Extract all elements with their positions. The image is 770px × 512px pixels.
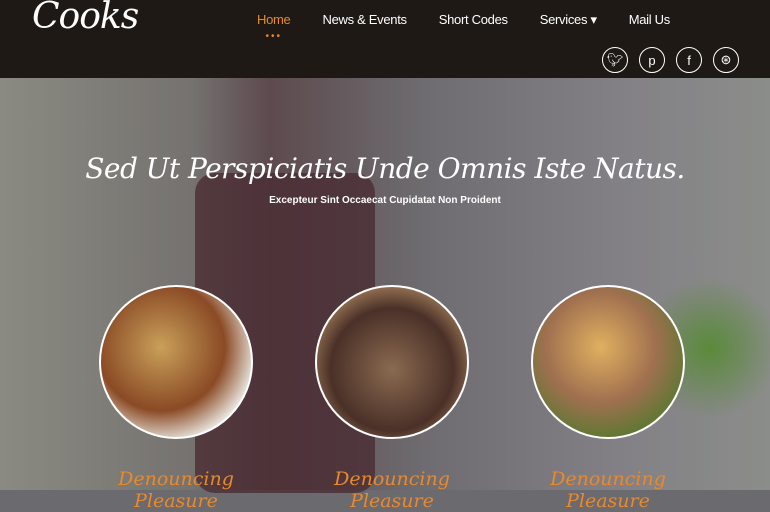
dish-caption-1[interactable]: Denouncing Pleasure <box>76 468 276 512</box>
nav-short-codes[interactable]: Short Codes <box>439 12 508 28</box>
pinterest-icon[interactable]: p <box>639 47 665 73</box>
dish-caption-3[interactable]: Denouncing Pleasure <box>508 468 708 512</box>
main-nav: Home ••• News & Events Short Codes Servic… <box>257 12 702 42</box>
active-indicator: ••• <box>265 31 282 42</box>
twitter-icon[interactable]: 🐦︎ <box>602 47 628 73</box>
dish-caption-2[interactable]: Denouncing Pleasure <box>292 468 492 512</box>
nav-news-events[interactable]: News & Events <box>322 12 407 28</box>
logo[interactable]: Cooks <box>32 0 139 37</box>
facebook-icon[interactable]: f <box>676 47 702 73</box>
header: Cooks Home ••• News & Events Short Codes … <box>0 0 770 78</box>
nav-services[interactable]: Services ▾ <box>540 12 597 28</box>
dribbble-icon[interactable]: ⊛ <box>713 47 739 73</box>
hero-title: Sed Ut Perspiciatis Unde Omnis Iste Natu… <box>85 152 685 185</box>
dish-image-1[interactable] <box>99 285 253 439</box>
dish-image-2[interactable] <box>315 285 469 439</box>
nav-mail-us[interactable]: Mail Us <box>629 12 671 28</box>
social-links: 🐦︎ p f ⊛ <box>602 47 739 73</box>
hero-subtitle: Excepteur Sint Occaecat Cupidatat Non Pr… <box>269 195 501 206</box>
nav-home[interactable]: Home ••• <box>257 12 291 42</box>
dish-image-3[interactable] <box>531 285 685 439</box>
